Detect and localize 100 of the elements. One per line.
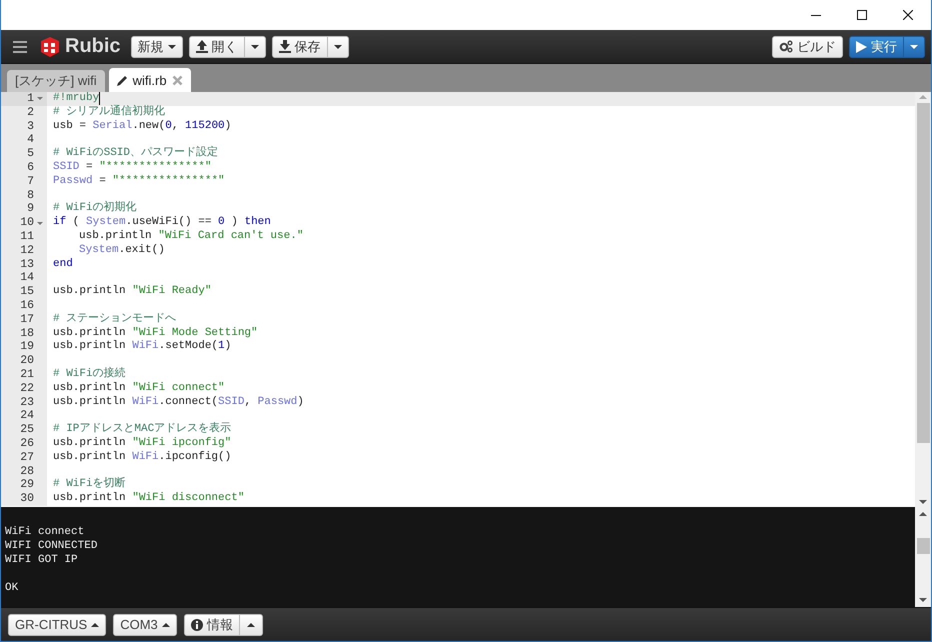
scrollbar[interactable] (915, 507, 931, 607)
code-line: usb.println "WiFi Ready" (53, 285, 212, 299)
dropdown-button[interactable] (240, 614, 263, 636)
caret-icon (246, 622, 255, 626)
line-number: 2 (27, 106, 34, 120)
close-tab-icon (172, 74, 183, 86)
code-line: Passwd = "***************" (53, 174, 225, 189)
code-line: usb.println WiFi.setMode(1) (53, 340, 232, 354)
dropdown-button[interactable] (904, 36, 925, 58)
line-number: 28 (20, 464, 34, 478)
maximize-icon (857, 10, 867, 20)
caret-icon (334, 44, 342, 48)
line-number: 25 (20, 423, 34, 437)
line-number: 21 (20, 368, 34, 382)
code-line: end (53, 258, 73, 272)
code-line: # ステーションモードへ (53, 312, 176, 327)
dropdown-button[interactable] (244, 36, 266, 58)
menu-icon (13, 40, 27, 54)
line-number: 11 (20, 230, 34, 244)
info-icon (190, 618, 203, 630)
line-number: 27 (20, 450, 34, 465)
code-line: System.exit() (79, 244, 165, 258)
caret-icon (91, 622, 100, 626)
run-button[interactable]: 実行 (849, 36, 904, 58)
line-number: 9 (27, 202, 34, 216)
code-line: usb.println "WiFi ipconfig" (53, 436, 232, 451)
line-number: 20 (20, 354, 34, 368)
text-cursor (99, 92, 100, 106)
line-number: 23 (20, 396, 34, 410)
dropdown-button[interactable] (328, 36, 349, 58)
line-number: 14 (20, 271, 34, 286)
code-line: if ( System.useWiFi() == 0 ) then (53, 216, 271, 230)
upload-icon (196, 40, 208, 53)
line-number: 4 (27, 133, 34, 148)
code-line: # WiFiを切断 (53, 478, 126, 492)
save-button[interactable]: 保存 (272, 36, 328, 58)
line-number: 1 (27, 92, 34, 106)
line-number: 13 (20, 258, 34, 272)
console-output-line: OK (5, 582, 18, 594)
line-number: 8 (27, 188, 34, 202)
line-number: 10 (20, 216, 34, 230)
close-icon (903, 10, 913, 20)
code-line: usb = Serial.new(0, 115200) (53, 120, 232, 134)
console-output-line: WiFi connect (5, 526, 84, 538)
line-number: 5 (27, 147, 34, 161)
line-number: 29 (20, 478, 34, 492)
line-number: 7 (27, 174, 34, 189)
code-line: usb.println WiFi.ipconfig() (53, 450, 232, 465)
code-line: usb.println "WiFi connect" (53, 382, 225, 396)
caret-icon (910, 44, 918, 48)
app-logo-text: Rubic (65, 35, 121, 58)
cube-logo-icon (39, 36, 61, 58)
download-icon (278, 40, 291, 53)
pencil-icon (116, 74, 128, 86)
open-button[interactable]: 開く (188, 36, 245, 58)
code-line: usb.println "WiFi disconnect" (53, 492, 244, 506)
line-number: 6 (27, 160, 34, 175)
play-icon (856, 40, 867, 52)
new-button[interactable]: 新規 (130, 36, 183, 58)
line-number: 17 (20, 312, 34, 327)
line-number: 26 (20, 436, 34, 451)
line-number: 22 (20, 382, 34, 396)
board-button[interactable]: GR-CITRUS (8, 614, 106, 636)
console-output-line: WIFI GOT IP (5, 554, 78, 566)
file-tab[interactable]: [スケッチ] wifi (7, 70, 105, 92)
menu-button[interactable] (13, 40, 27, 54)
code-line: #!mruby (53, 92, 100, 106)
caret-icon (919, 95, 927, 99)
caret-icon (919, 598, 927, 602)
code-line: # IPアドレスとMACアドレスを表示 (53, 423, 232, 437)
code-line: # WiFiのSSID、パスワード設定 (53, 147, 218, 161)
caret-icon (168, 44, 176, 48)
line-number: 12 (20, 244, 34, 258)
code-line: usb.println "WiFi Mode Setting" (53, 326, 258, 340)
line-number: 18 (20, 326, 34, 340)
file-tab[interactable]: wifi.rb (108, 68, 191, 92)
fold-arrow-icon[interactable] (36, 222, 42, 225)
caret-icon (250, 44, 259, 48)
line-number: 19 (20, 340, 34, 354)
console-output-line: WIFI CONNECTED (5, 540, 98, 552)
gears-icon (779, 40, 793, 53)
scrollbar-thumb[interactable] (916, 103, 930, 443)
scrollbar[interactable] (915, 92, 931, 507)
code-line: usb.println WiFi.connect(SSID, Passwd) (53, 396, 304, 410)
caret-icon (162, 622, 170, 626)
code-line: SSID = "***************" (53, 160, 212, 175)
line-number: 3 (27, 120, 34, 134)
line-number: 30 (20, 492, 34, 506)
line-number: 15 (20, 285, 34, 299)
code-line: # WiFiの接続 (53, 368, 126, 382)
code-line: # WiFiの初期化 (53, 202, 137, 216)
line-number: 24 (20, 409, 34, 424)
build-button[interactable]: ビルド (772, 36, 843, 58)
port-button[interactable]: COM3 (113, 614, 177, 636)
scrollbar-thumb[interactable] (916, 538, 930, 554)
code-line: usb.println "WiFi Card can't use." (79, 230, 304, 244)
code-line: # シリアル通信初期化 (53, 106, 166, 120)
line-number: 16 (20, 298, 34, 313)
info-button[interactable]: 情報 (184, 614, 240, 636)
fold-arrow-icon[interactable] (36, 97, 42, 100)
